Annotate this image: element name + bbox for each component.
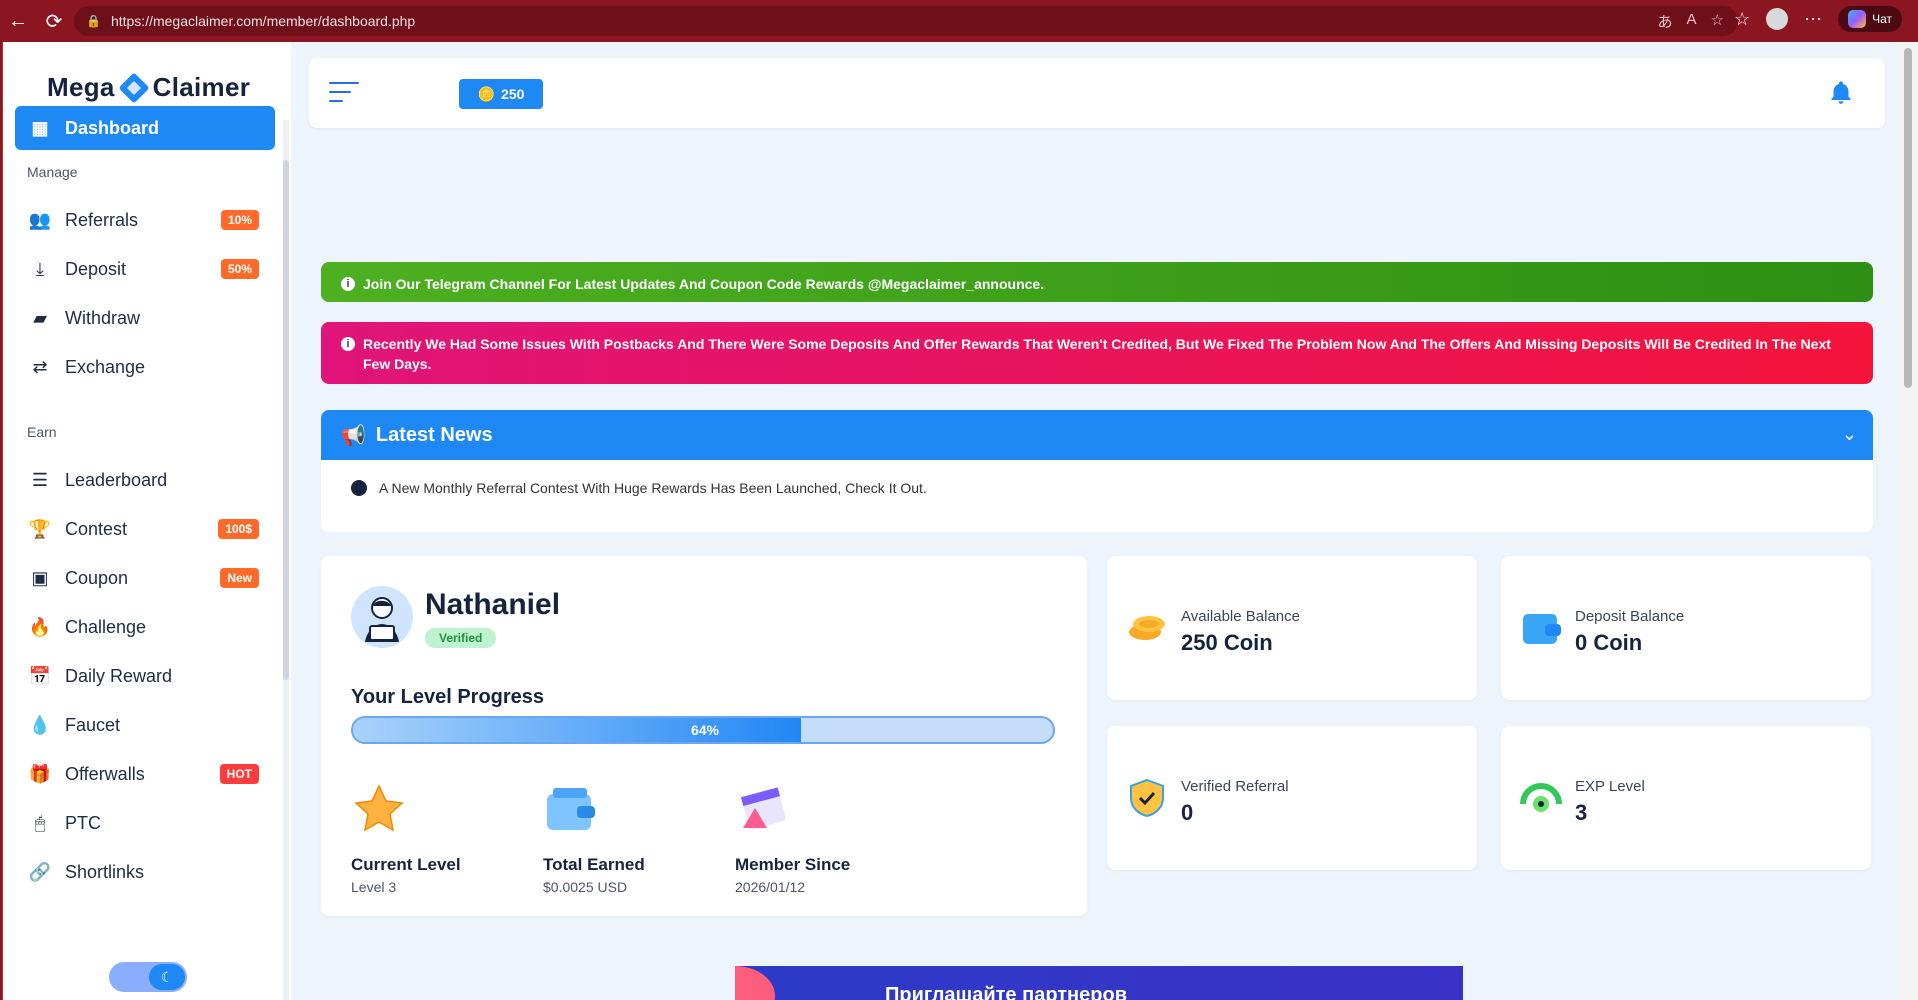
favorites-icon[interactable]: ☆ (1734, 9, 1750, 30)
shield-check-icon (1130, 778, 1164, 818)
ad-text: Приглашайте партнеров (885, 984, 1127, 1000)
coin-balance-pill[interactable]: 🪙 250 (459, 79, 543, 109)
sidebar-item-ptc[interactable]: 🖱 PTC (15, 801, 275, 845)
sidebar-item-referrals[interactable]: 👥 Referrals 10% (15, 198, 275, 242)
topbar: 🪙 250 (309, 58, 1885, 128)
sidebar-item-shortlinks[interactable]: 🔗 Shortlinks (15, 850, 275, 894)
badge-contest: 100$ (218, 519, 259, 539)
sidebar: Mega Claimer ▦ Dashboard Manage 👥 Referr… (3, 42, 291, 1000)
section-manage: Manage (27, 164, 78, 180)
megaphone-icon: 📢 (341, 424, 366, 447)
username: Nathaniel (425, 588, 561, 621)
ticket-icon: ▣ (31, 567, 49, 588)
verified-referral-card: Verified Referral 0 (1107, 726, 1477, 870)
news-item: A New Monthly Referral Contest With Huge… (351, 480, 927, 496)
badge-coupon: New (220, 568, 259, 588)
gauge-icon (1520, 783, 1562, 812)
profile-avatar[interactable] (1766, 8, 1789, 30)
menu-toggle-icon[interactable] (329, 82, 359, 104)
star-icon[interactable]: ☆ (1711, 11, 1724, 32)
url-text: https://megaclaimer.com/member/dashboard… (110, 13, 416, 29)
reload-icon[interactable]: ⟳ (36, 3, 72, 39)
moon-icon: ☾ (149, 964, 185, 990)
bullet-icon (351, 480, 367, 496)
copilot-icon (1848, 10, 1867, 28)
wallet-icon (1523, 614, 1561, 644)
star-icon (354, 784, 404, 832)
member-since-stat: Member Since 2026/01/12 (735, 782, 955, 895)
sidebar-item-dashboard[interactable]: ▦ Dashboard (15, 106, 275, 150)
coins-icon (1129, 616, 1165, 640)
browser-toolbar: ← ⟳ 🔒 https://megaclaimer.com/member/das… (0, 0, 1918, 42)
sidebar-item-challenge[interactable]: 🔥 Challenge (15, 605, 275, 649)
wallet-icon: ▰ (33, 307, 47, 328)
progress-text: 64% (690, 722, 720, 738)
back-icon[interactable]: ← (0, 3, 36, 39)
sidebar-item-daily-reward[interactable]: 📅 Daily Reward (15, 654, 275, 698)
section-earn: Earn (27, 424, 57, 440)
chevron-down-icon[interactable]: ⌄ (1842, 424, 1857, 445)
calendar-icon (740, 787, 786, 830)
link-icon: 🔗 (28, 861, 52, 882)
avatar (351, 586, 413, 648)
page-viewport: Mega Claimer ▦ Dashboard Manage 👥 Referr… (2, 42, 1898, 1000)
info-icon: i (341, 337, 355, 351)
copilot-button[interactable]: Чат (1838, 6, 1902, 32)
more-icon[interactable]: ⋯ (1804, 9, 1822, 30)
badge-deposit: 50% (220, 259, 259, 279)
profile-card: Nathaniel Verified Your Level Progress 6… (321, 556, 1087, 916)
badge-offerwalls: HOT (219, 764, 259, 784)
sidebar-item-deposit[interactable]: ⤓ Deposit 50% (15, 247, 275, 291)
calendar-icon: 📅 (28, 665, 52, 686)
users-icon: 👥 (28, 209, 52, 230)
sidebar-item-exchange[interactable]: ⇄ Exchange (15, 345, 275, 389)
droplet-icon: 💧 (28, 714, 52, 735)
brand-logo[interactable]: Mega Claimer (47, 71, 250, 104)
current-level-stat: Current Level Level 3 (351, 782, 571, 895)
logo-diamond-icon (118, 71, 150, 104)
download-icon: ⤓ (36, 258, 44, 279)
sidebar-scroll-thumb[interactable] (283, 160, 289, 680)
bell-icon[interactable] (1827, 78, 1855, 108)
level-progress-title: Your Level Progress (351, 686, 545, 708)
latest-news-panel: 📢 Latest News ⌄ A New Monthly Referral C… (321, 410, 1873, 532)
badge-referrals: 10% (220, 210, 259, 230)
page-scroll-thumb[interactable] (1904, 48, 1912, 388)
trophy-icon: 🏆 (28, 518, 52, 539)
ad-banner[interactable]: Приглашайте партнеров (735, 966, 1463, 1000)
mouse-icon: 🖱 (34, 812, 46, 833)
dashboard-icon: ▦ (31, 117, 49, 138)
verified-badge: Verified (425, 628, 497, 648)
address-bar[interactable]: 🔒 https://megaclaimer.com/member/dashboa… (74, 6, 1738, 36)
exp-level-card: EXP Level 3 (1501, 726, 1871, 870)
page-scrollbar[interactable] (1898, 42, 1918, 1000)
available-balance-card: Available Balance 250 Coin (1107, 556, 1477, 700)
deposit-balance-card: Deposit Balance 0 Coin (1501, 556, 1871, 700)
sidebar-item-leaderboard[interactable]: ☰ Leaderboard (15, 458, 275, 502)
read-aloud-icon[interactable]: A (1687, 11, 1697, 32)
sidebar-item-withdraw[interactable]: ▰ Withdraw (15, 296, 275, 340)
total-earned-stat: Total Earned $0.0025 USD (543, 782, 763, 895)
telegram-alert: i Join Our Telegram Channel For Latest U… (321, 262, 1873, 302)
lock-icon: 🔒 (86, 14, 101, 28)
postback-alert: i Recently We Had Some Issues With Postb… (321, 322, 1873, 384)
latest-news-header[interactable]: 📢 Latest News (321, 410, 1873, 460)
sidebar-item-coupon[interactable]: ▣ Coupon New (15, 556, 275, 600)
wallet-icon (547, 788, 595, 830)
fire-icon: 🔥 (28, 616, 52, 637)
ad-shape (735, 966, 775, 1000)
user-laptop-icon (365, 597, 399, 642)
sidebar-item-offerwalls[interactable]: 🎁 Offerwalls HOT (15, 752, 275, 796)
gift-icon: 🎁 (28, 763, 52, 784)
coins-icon: 🪙 (477, 85, 496, 102)
sidebar-item-faucet[interactable]: 💧 Faucet (15, 703, 275, 747)
sidebar-item-contest[interactable]: 🏆 Contest 100$ (15, 507, 275, 551)
sidebar-scrollbar[interactable] (283, 120, 289, 1000)
list-icon: ☰ (31, 469, 49, 490)
dark-mode-toggle[interactable]: ☾ (109, 962, 187, 992)
exchange-icon: ⇄ (32, 356, 48, 377)
level-progress-bar: 64% (351, 716, 1055, 744)
translate-icon[interactable]: あ (1658, 11, 1673, 32)
info-icon: i (341, 277, 355, 291)
